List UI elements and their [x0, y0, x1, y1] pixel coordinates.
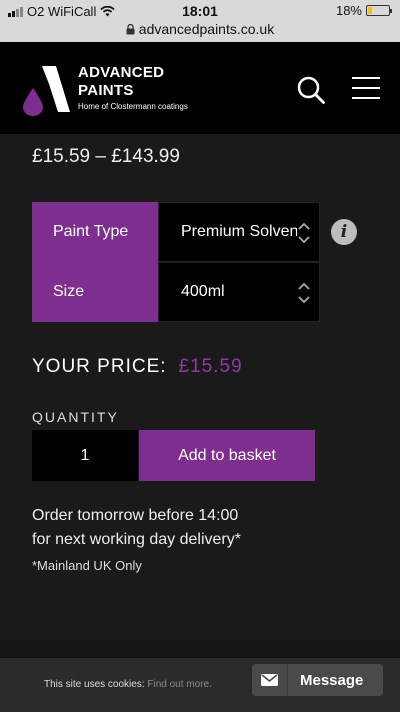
battery-percent: 18% [335, 3, 362, 18]
quantity-label: QUANTITY [32, 409, 119, 425]
product-purchase-panel: £15.59 – £143.99 Paint Type Premium Solv… [0, 134, 400, 640]
select-arrows-icon [297, 280, 311, 306]
your-price-amount: £15.59 [178, 356, 243, 377]
address-bar[interactable]: advancedpaints.co.uk [0, 21, 400, 37]
select-arrows-icon [297, 220, 311, 246]
site-header: ~~~~~~~ ~~~~~~~~~~~~ ~~~~~~~~ ADVANCED P… [0, 42, 400, 134]
status-bar: O2 WiFiCall 18:01 18% advancedpaints.co.… [0, 0, 400, 42]
brand-name[interactable]: ADVANCED PAINTS Home of Clostermann coat… [78, 64, 188, 111]
search-icon[interactable] [296, 75, 326, 105]
battery-status: 18% [335, 3, 392, 18]
quantity-input[interactable]: 1 [32, 430, 138, 481]
scrolled-text-remnant: ~~~~~~~ ~~~~~~~~~~~~ ~~~~~~~~ [32, 42, 241, 48]
product-options: Paint Type Premium Solvent Size 400ml [32, 202, 320, 322]
mainland-note: *Mainland UK Only [32, 558, 142, 573]
paint-type-select[interactable]: Premium Solvent [158, 202, 320, 262]
cookie-text: This site uses cookies: [44, 679, 145, 690]
your-price-label: YOUR PRICE: [32, 356, 167, 377]
paint-type-value: Premium Solvent [181, 223, 303, 240]
cookie-find-out-more-link[interactable]: Find out more. [147, 679, 211, 690]
cookie-notice: This site uses cookies: Find out more. [44, 679, 212, 690]
delivery-info: Order tomorrow before 14:00 for next wor… [32, 504, 241, 552]
url-text: advancedpaints.co.uk [138, 21, 275, 37]
brand-line-1: ADVANCED [78, 64, 165, 81]
message-label: Message [300, 671, 364, 689]
size-select[interactable]: 400ml [158, 262, 320, 322]
price-range: £15.59 – £143.99 [32, 146, 180, 167]
menu-icon[interactable] [352, 77, 380, 101]
your-price: YOUR PRICE: £15.59 [32, 356, 243, 378]
option-label-size: Size [32, 262, 158, 322]
brand-tagline: Home of Clostermann coatings [78, 102, 188, 111]
delivery-line-2: for next working day delivery* [32, 531, 241, 548]
size-value: 400ml [181, 283, 225, 300]
lock-icon [126, 23, 135, 34]
footer-strip [0, 640, 400, 658]
cookie-bar: This site uses cookies: Find out more. M… [0, 658, 400, 712]
option-row-size: Size 400ml [32, 262, 320, 322]
add-to-basket-button[interactable]: Add to basket [139, 430, 315, 481]
envelope-icon [252, 664, 288, 696]
delivery-line-1: Order tomorrow before 14:00 [32, 507, 239, 524]
option-row-paint-type: Paint Type Premium Solvent [32, 202, 320, 262]
brand-logo-icon[interactable] [20, 62, 72, 116]
message-button[interactable]: Message [252, 664, 383, 696]
info-icon[interactable]: i [331, 219, 357, 245]
option-label-paint-type: Paint Type [32, 202, 158, 262]
battery-icon [366, 5, 392, 16]
brand-line-2: PAINTS [78, 82, 134, 99]
